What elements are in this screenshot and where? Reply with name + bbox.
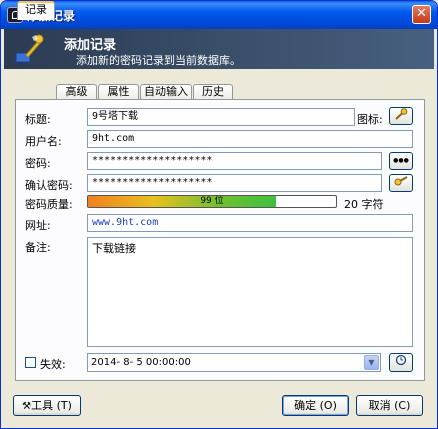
notes-field[interactable]: 下载链接	[87, 237, 413, 347]
ok-button[interactable]: 确定 (O)	[282, 395, 349, 416]
expires-checkbox[interactable]	[25, 357, 36, 368]
banner-subtitle: 添加新的密码记录到当前数据库。	[76, 54, 241, 67]
tab-advanced[interactable]: 高级	[56, 84, 97, 100]
banner: 添加记录 添加新的密码记录到当前数据库。	[4, 29, 434, 69]
banner-title: 添加记录	[64, 38, 117, 53]
expiry-date-field[interactable]: 2014- 8- 5 00:00:00 ▼	[87, 353, 381, 372]
clock-icon	[395, 354, 407, 366]
title-label: 标题:	[25, 113, 51, 126]
show-password-button[interactable]: ●●●	[389, 152, 413, 170]
cancel-button[interactable]: 取消 (C)	[356, 395, 423, 416]
password-generator-button[interactable]	[389, 174, 413, 192]
title-bar[interactable]: 添加记录 ✕	[1, 1, 437, 29]
tools-button-label: 工具 (T)	[31, 399, 72, 412]
close-button[interactable]: ✕	[412, 5, 431, 24]
add-entry-dialog: 添加记录 ✕ 添加记录 添加新的密码记录到当前数据库。 记录 高级 属性 自动输…	[0, 0, 438, 429]
expires-label: 失效:	[40, 358, 66, 371]
repeat-password-field[interactable]: ********************	[87, 174, 382, 192]
expiry-presets-button[interactable]	[389, 353, 413, 372]
quality-label: 密码质量:	[25, 198, 73, 211]
expiry-date-value: 2014- 8- 5 00:00:00	[91, 357, 191, 368]
tab-entry[interactable]: 记录	[17, 1, 55, 20]
notes-label: 备注:	[25, 241, 51, 254]
quality-chars: 20 字符	[344, 198, 384, 211]
key-generator-icon	[394, 176, 408, 186]
key-icon	[15, 34, 44, 63]
title-field[interactable]: 9号塔下载	[87, 108, 355, 126]
tools-button[interactable]: ⚒工具 (T)	[13, 395, 81, 416]
url-label: 网址:	[25, 219, 51, 232]
chevron-down-icon[interactable]: ▼	[364, 355, 379, 370]
key-icon	[395, 108, 408, 120]
password-label: 密码:	[25, 157, 51, 170]
username-field[interactable]: 9ht.com	[87, 130, 413, 148]
username-label: 用户名:	[25, 135, 62, 148]
repeat-password-label: 确认密码:	[25, 179, 73, 192]
password-field[interactable]: ********************	[87, 152, 382, 170]
tab-auto-type[interactable]: 自动输入	[140, 84, 192, 100]
quality-bits: 99 位	[200, 196, 224, 206]
icon-picker-button[interactable]	[389, 107, 413, 125]
quality-bar: 99 位	[87, 195, 337, 208]
url-field[interactable]: www.9ht.com	[87, 214, 413, 232]
icon-label: 图标:	[357, 113, 383, 126]
tab-history[interactable]: 历史	[193, 84, 233, 100]
tools-icon: ⚒	[22, 401, 32, 412]
tab-properties[interactable]: 属性	[98, 84, 139, 100]
